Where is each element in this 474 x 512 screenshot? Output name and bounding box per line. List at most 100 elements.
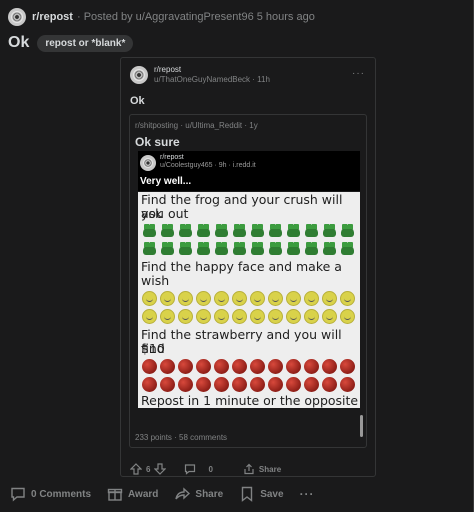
inner-meta: r/shitposting · u/Ultima_Reddit · 1y <box>135 121 258 130</box>
save-button[interactable]: Save <box>239 486 284 502</box>
embed-share[interactable]: Share <box>243 463 281 475</box>
post-flair[interactable]: repost or *blank* <box>37 34 134 52</box>
share-button[interactable]: Share <box>174 486 223 502</box>
frog-icon <box>304 241 319 255</box>
share-icon <box>244 463 254 475</box>
title-row: Ok repost or *blank* <box>8 34 134 52</box>
face-icon <box>340 309 355 324</box>
comment-icon <box>185 464 196 475</box>
nested-title: Very well... <box>140 176 192 187</box>
meme-line: wish <box>141 273 170 288</box>
frog-icon <box>268 241 283 255</box>
apple-icon <box>340 377 355 392</box>
apple-icon <box>160 359 175 374</box>
face-icon <box>142 309 157 324</box>
frog-icon <box>196 223 211 237</box>
subreddit-avatar[interactable] <box>8 8 26 26</box>
embed-comments[interactable]: 0 <box>184 463 213 475</box>
more-options-icon[interactable]: ··· <box>300 487 315 501</box>
posted-by-line: · Posted by u/AggravatingPresent96 5 hou… <box>76 11 315 23</box>
face-icon <box>322 309 337 324</box>
face-icon <box>196 309 211 324</box>
inner-scrollbar[interactable] <box>360 415 363 437</box>
face-icon <box>160 309 175 324</box>
face-icon <box>214 291 229 306</box>
apple-row <box>142 359 360 375</box>
comments-label: 0 Comments <box>31 488 92 500</box>
award-icon <box>107 488 123 501</box>
meme-line: Find the strawberry and you will find <box>141 327 342 356</box>
embed-vote: 6 <box>130 463 167 475</box>
apple-icon <box>286 359 301 374</box>
embed-comment-count: 0 <box>208 464 213 474</box>
downvote-icon[interactable] <box>154 463 167 475</box>
award-label: Award <box>128 488 159 500</box>
frog-icon <box>214 223 229 237</box>
award-button[interactable]: Award <box>107 486 158 502</box>
frog-icon <box>178 241 193 255</box>
face-icon <box>232 291 247 306</box>
face-icon <box>178 309 193 324</box>
post-action-bar: 0 Comments Award Share Save ··· <box>10 486 331 502</box>
apple-icon <box>340 359 355 374</box>
embed-more-icon[interactable]: ··· <box>352 68 365 79</box>
face-icon <box>304 291 319 306</box>
embed-subreddit-avatar <box>130 66 148 84</box>
apple-icon <box>322 377 337 392</box>
face-icon <box>160 291 175 306</box>
face-icon <box>232 309 247 324</box>
frog-icon <box>196 241 211 255</box>
crosspost-card[interactable]: r/repost u/ThatOneGuyNamedBeck · 11h ···… <box>120 57 376 477</box>
face-icon <box>142 291 157 306</box>
post-title[interactable]: Ok <box>8 34 29 52</box>
frog-icon <box>178 223 193 237</box>
comments-button[interactable]: 0 Comments <box>10 486 91 502</box>
face-icon <box>250 309 265 324</box>
embed-vote-count: 6 <box>146 464 151 474</box>
embed-action-bar: 6 0 Share <box>130 463 295 475</box>
embed-title: Ok <box>130 95 145 107</box>
embed-header: r/repost u/ThatOneGuyNamedBeck · 11h <box>130 65 270 85</box>
apple-icon <box>178 359 193 374</box>
meme-image[interactable]: Find the frog and your crush will ask yo… <box>138 192 360 408</box>
frog-icon <box>160 223 175 237</box>
face-icon <box>286 291 301 306</box>
frog-icon <box>214 241 229 255</box>
frog-icon <box>142 241 157 255</box>
face-icon <box>322 291 337 306</box>
apple-icon <box>304 359 319 374</box>
apple-icon <box>304 377 319 392</box>
meme-line: $10 <box>141 341 165 356</box>
frog-icon <box>232 223 247 237</box>
apple-icon <box>322 359 337 374</box>
frog-icon <box>232 241 247 255</box>
apple-icon <box>214 377 229 392</box>
embed-subreddit[interactable]: r/repost <box>154 65 181 74</box>
face-icon <box>196 291 211 306</box>
frog-icon <box>286 241 301 255</box>
frog-icon <box>142 223 157 237</box>
apple-row <box>142 377 360 393</box>
nested-subreddit: r/repost <box>160 154 184 161</box>
frog-icon <box>160 241 175 255</box>
upvote-icon[interactable] <box>130 463 142 475</box>
frog-icon <box>268 223 283 237</box>
frog-icon <box>250 223 265 237</box>
nested-post-header: r/repost u/Coolestguy465 · 9h · i.redd.i… <box>138 151 360 191</box>
subreddit-name[interactable]: r/repost <box>32 11 73 23</box>
comment-icon <box>11 487 25 502</box>
frog-icon <box>286 223 301 237</box>
inner-crosspost[interactable]: r/shitposting · u/Ultima_Reddit · 1y Ok … <box>129 114 367 448</box>
apple-icon <box>286 377 301 392</box>
share-arrow-icon <box>175 487 191 500</box>
face-icon <box>304 309 319 324</box>
embed-share-label: Share <box>258 464 282 474</box>
apple-icon <box>142 377 157 392</box>
frog-icon <box>340 241 355 255</box>
nested-author-line: u/Coolestguy465 · 9h · i.redd.it <box>160 162 256 169</box>
embed-meta: r/repost u/ThatOneGuyNamedBeck · 11h <box>154 65 270 85</box>
frog-icon <box>322 223 337 237</box>
apple-icon <box>160 377 175 392</box>
apple-icon <box>178 377 193 392</box>
apple-icon <box>214 359 229 374</box>
